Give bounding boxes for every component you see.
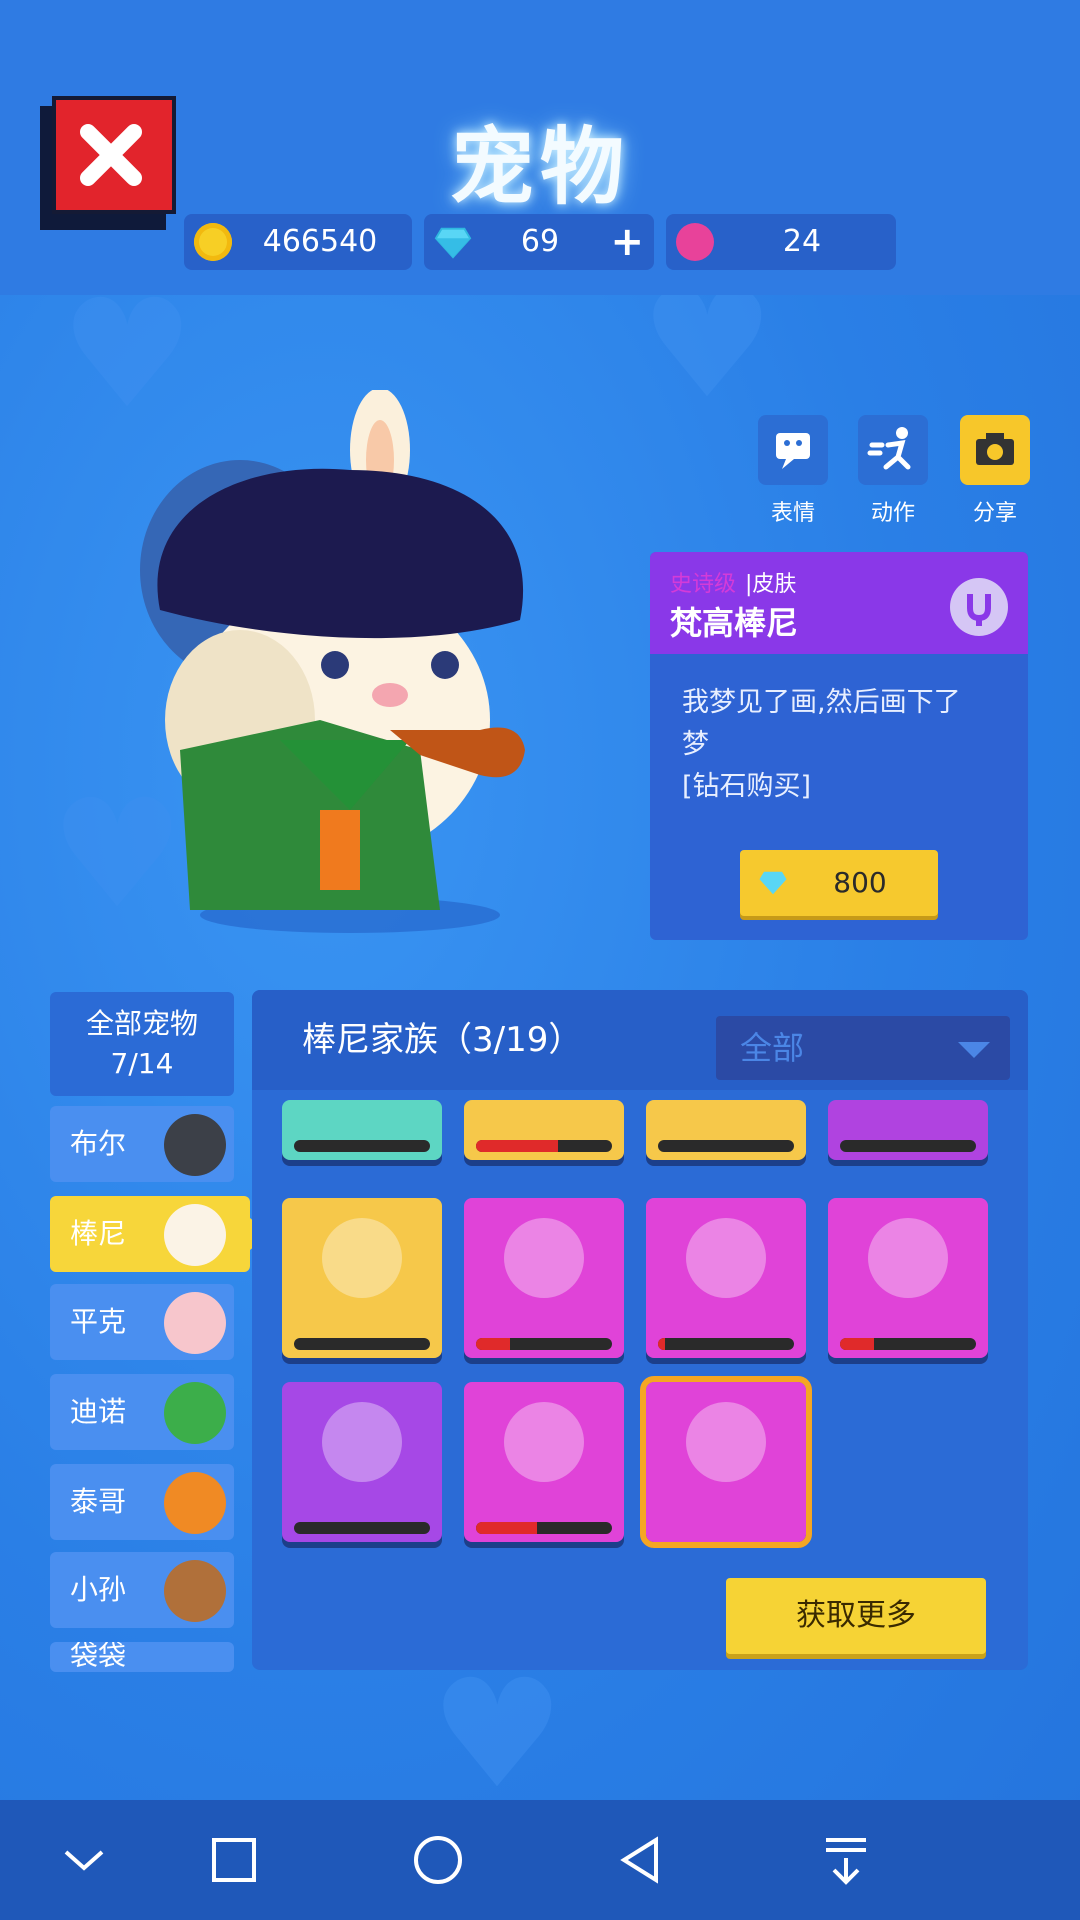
diamond-icon: [434, 227, 472, 259]
fragment-progress-bar: [658, 1338, 794, 1350]
share-label: 分享: [972, 501, 1017, 526]
sidebar-item-tiger[interactable]: 泰哥: [50, 1464, 234, 1540]
all-pets-tab[interactable]: 全部宠物 7/14: [50, 992, 234, 1096]
skin-badge-icon: [950, 578, 1008, 636]
skin-description: 我梦见了画,然后画下了 梦 [钻石购买]: [682, 687, 961, 802]
share-button[interactable]: [960, 415, 1030, 485]
fragment-progress-bar: [658, 1140, 794, 1152]
family-title: 棒尼家族（3/19）: [302, 1020, 583, 1060]
buy-with-diamonds-button[interactable]: 800: [740, 850, 938, 916]
sidebar-item-bunny[interactable]: 棒尼: [50, 1196, 250, 1272]
diamond-icon: [759, 871, 787, 895]
get-more-button[interactable]: 获取更多: [726, 1578, 986, 1654]
diamond-value: 69: [520, 224, 560, 259]
pig-avatar: [164, 1292, 226, 1354]
skin-card-header: 史诗级 |皮肤 梵高棒尼: [650, 552, 1028, 654]
lotus-icon: [676, 223, 714, 261]
skin-panel: 棒尼家族（3/19） 全部 获取更多: [252, 990, 1028, 1670]
emote-label: 表情: [770, 501, 815, 526]
motion-label: 动作: [870, 501, 915, 526]
skin-card[interactable]: [828, 1100, 988, 1160]
running-man-icon: [867, 427, 911, 470]
skin-card[interactable]: [646, 1198, 806, 1358]
fragment-progress-fill: [476, 1140, 558, 1152]
rarity-label: 史诗级: [670, 572, 737, 597]
pet-skin-thumbnail: [322, 1402, 402, 1482]
download-icon[interactable]: [814, 1828, 878, 1892]
fragment-progress-bar: [476, 1338, 612, 1350]
system-nav-bar: [0, 1800, 1080, 1920]
sidebar-item-kangaroo[interactable]: 袋袋: [50, 1642, 234, 1672]
bg-heart-icon: ♥: [430, 1648, 565, 1822]
tiger-avatar: [164, 1472, 226, 1534]
bunny-avatar: [164, 1204, 226, 1266]
speech-bubble-icon: [776, 433, 810, 469]
pet-screen: ♥ ♥ ♥ ♥ ♥ 宠物 466540 69 + 24: [0, 0, 1080, 1920]
skin-info-card: 史诗级 |皮肤 梵高棒尼 我梦见了画,然后画下了 梦 [钻石购买] 800: [650, 552, 1028, 940]
pet-skin-thumbnail: [504, 1218, 584, 1298]
fragment-progress-bar: [476, 1140, 612, 1152]
monkey-avatar: [164, 1560, 226, 1622]
pet-character-image: [140, 390, 525, 933]
skin-card[interactable]: [646, 1100, 806, 1160]
coin-icon: [194, 223, 232, 261]
close-icon: [80, 124, 142, 186]
skin-card[interactable]: [464, 1100, 624, 1160]
sidebar-item-dino[interactable]: 迪诺: [50, 1374, 234, 1450]
coin-counter: 466540: [184, 214, 412, 270]
pet-skin-thumbnail: [504, 1402, 584, 1482]
fragment-progress-bar: [294, 1338, 430, 1350]
fragment-progress-fill: [840, 1338, 874, 1350]
skin-card-selected[interactable]: [640, 1376, 812, 1548]
chevron-down-icon: [958, 1042, 990, 1058]
skin-card[interactable]: [828, 1198, 988, 1358]
ticket-value: 24: [782, 224, 822, 259]
motion-button[interactable]: [858, 415, 928, 485]
pet-skin-thumbnail: [686, 1402, 766, 1482]
fragment-progress-fill: [476, 1338, 510, 1350]
pet-skin-thumbnail: [868, 1218, 948, 1298]
emote-button[interactable]: [758, 415, 828, 485]
dino-avatar: [164, 1382, 226, 1444]
fragment-progress-bar: [294, 1140, 430, 1152]
skin-name: 梵高棒尼: [670, 604, 799, 642]
diamond-counter: 69 +: [424, 214, 654, 270]
sidebar-item-monkey[interactable]: 小孙: [50, 1552, 234, 1628]
sidebar-item-bull[interactable]: 布尔: [50, 1106, 234, 1182]
close-button[interactable]: [40, 96, 178, 230]
ticket-counter: 24: [666, 214, 896, 270]
filter-dropdown[interactable]: 全部: [716, 1016, 1010, 1080]
fragment-progress-bar: [840, 1338, 976, 1350]
bull-avatar: [164, 1114, 226, 1176]
back-triangle-icon[interactable]: [610, 1828, 674, 1892]
coin-value: 466540: [262, 224, 378, 259]
skin-type-label: |皮肤: [745, 572, 797, 597]
camera-icon: [976, 433, 1014, 465]
skin-card[interactable]: [282, 1382, 442, 1542]
sidebar-item-pig[interactable]: 平克: [50, 1284, 234, 1360]
skin-card[interactable]: [464, 1382, 624, 1542]
fragment-progress-bar: [476, 1522, 612, 1534]
panel-header: 棒尼家族（3/19） 全部: [252, 990, 1028, 1090]
fragment-progress-fill: [476, 1522, 538, 1534]
chevron-down-icon[interactable]: [52, 1828, 116, 1892]
skin-card[interactable]: [464, 1198, 624, 1358]
price-value: 800: [833, 866, 887, 899]
square-icon[interactable]: [202, 1828, 266, 1892]
skin-card[interactable]: [282, 1100, 442, 1160]
pet-skin-thumbnail: [322, 1218, 402, 1298]
add-diamonds-button[interactable]: +: [610, 214, 644, 270]
fragment-progress-bar: [840, 1140, 976, 1152]
skin-card[interactable]: [282, 1198, 442, 1358]
pet-skin-thumbnail: [686, 1218, 766, 1298]
circle-icon[interactable]: [406, 1828, 470, 1892]
fragment-progress-fill: [658, 1338, 665, 1350]
fragment-progress-bar: [294, 1522, 430, 1534]
